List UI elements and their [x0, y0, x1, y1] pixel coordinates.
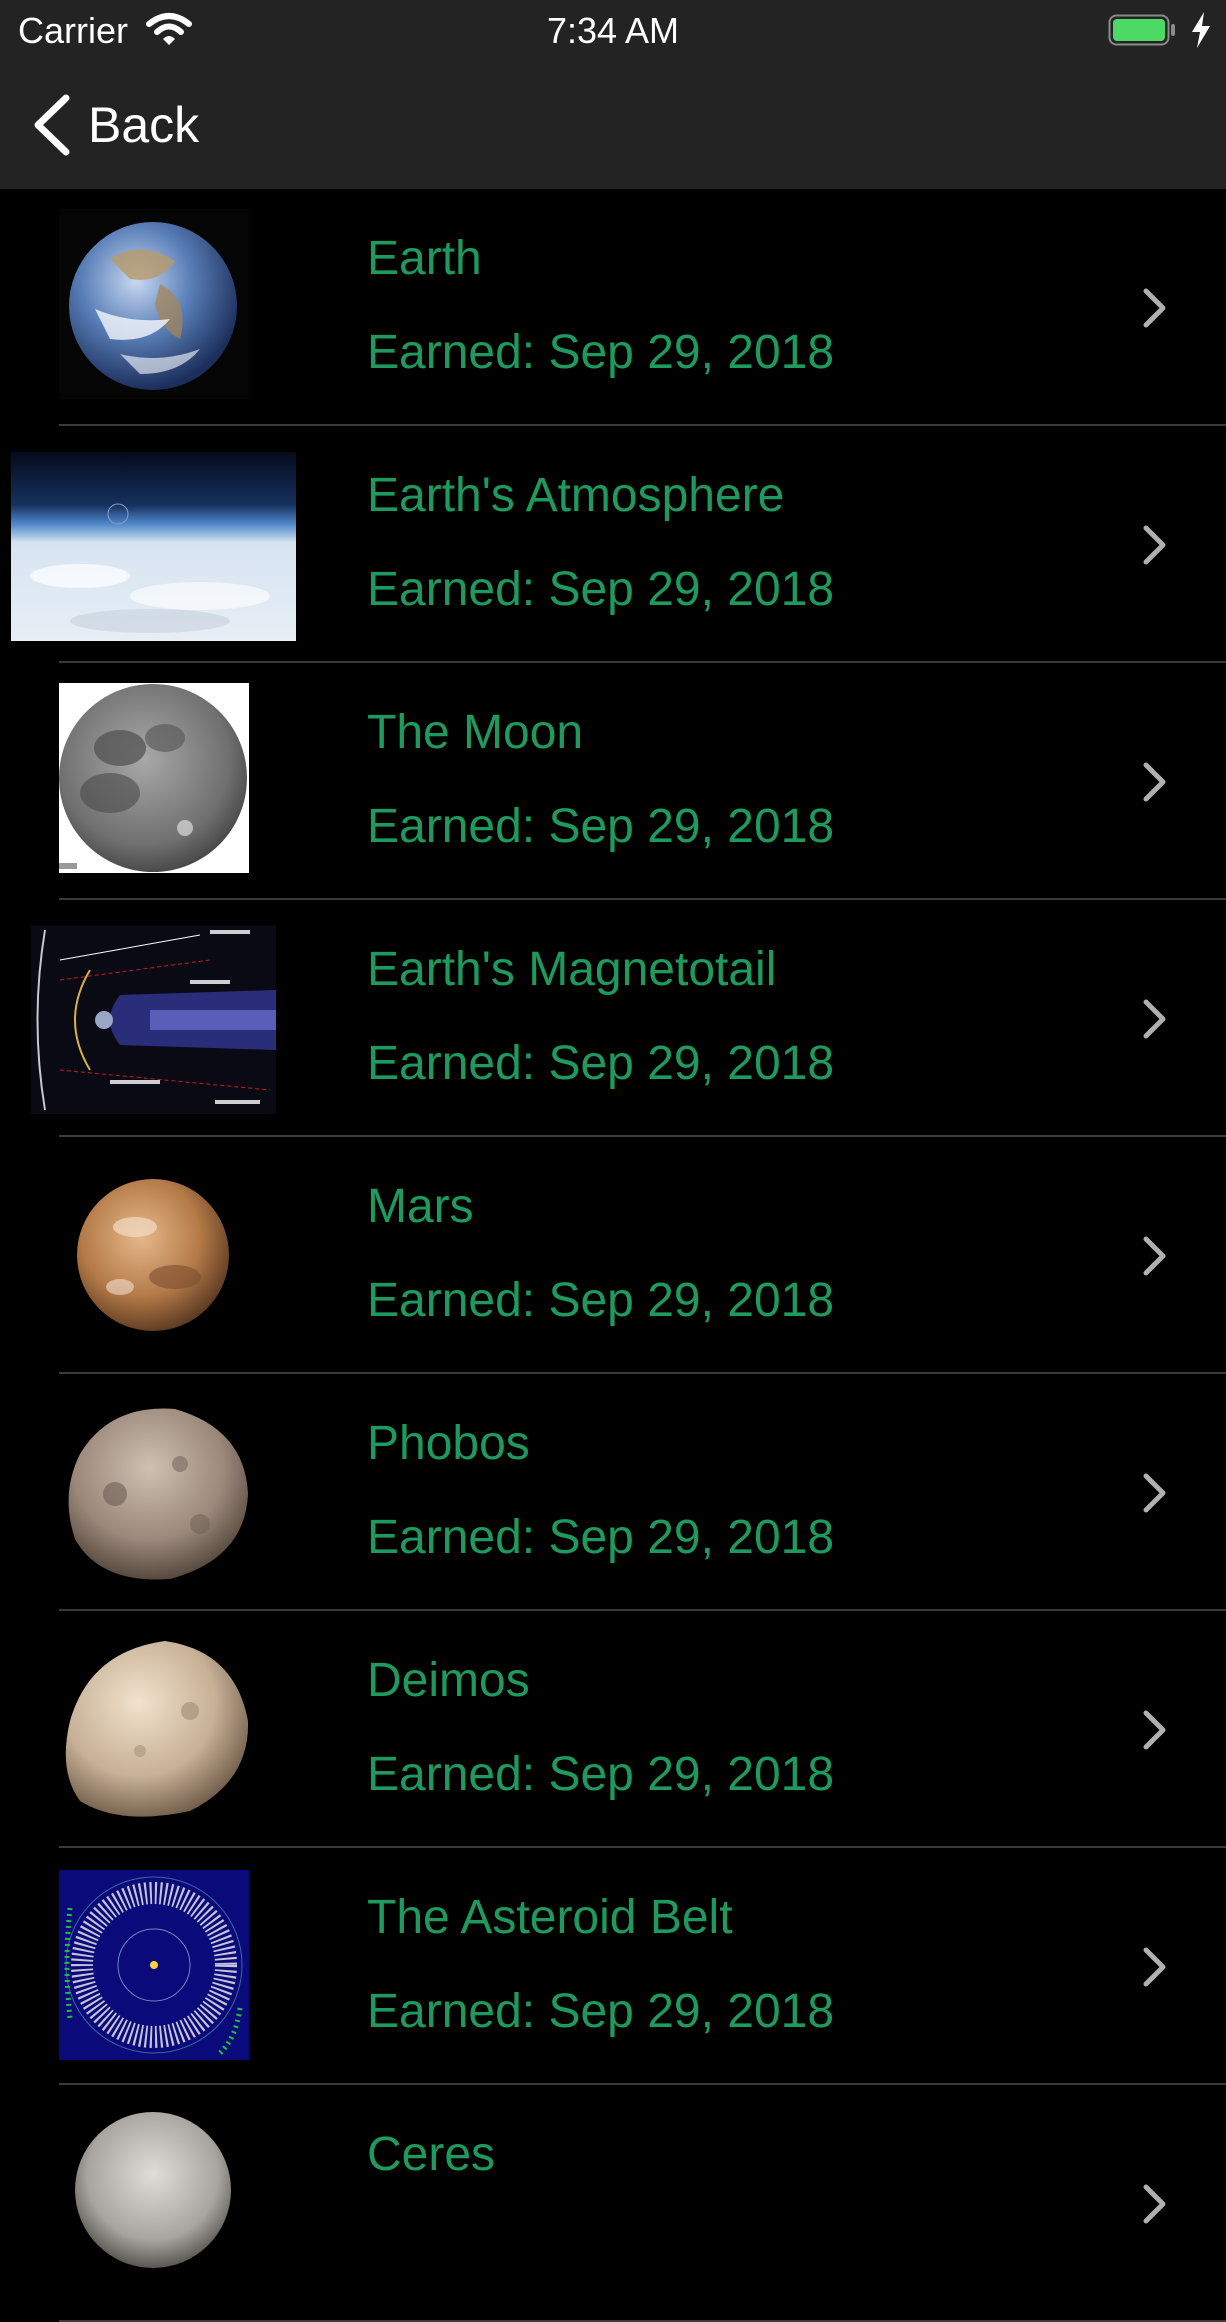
list-item[interactable]: Phobos Earned: Sep 29, 2018 [0, 1374, 1226, 1611]
item-title: Ceres [367, 2128, 496, 2181]
chevron-right-icon [1143, 1236, 1166, 1276]
item-title: The Asteroid Belt [367, 1891, 733, 1944]
chevron-right-icon [1143, 1947, 1166, 1987]
chevron-right-icon [1143, 999, 1166, 1039]
moon-image [59, 683, 249, 873]
item-title: The Moon [367, 706, 584, 759]
clock: 7:34 AM [546, 10, 680, 51]
item-title: Phobos [367, 1417, 530, 1470]
deimos-image [65, 1641, 249, 1817]
item-title: Mars [367, 1180, 474, 1233]
list-item[interactable]: Mars Earned: Sep 29, 2018 [0, 1137, 1226, 1374]
charging-bolt-icon [1192, 12, 1210, 48]
status-bar: Carrier 7:34 AM [0, 0, 1226, 62]
chevron-left-icon [34, 94, 70, 156]
magnetotail-diagram-image [31, 925, 276, 1114]
chevron-right-icon [1143, 1473, 1166, 1513]
phobos-image [68, 1408, 248, 1580]
item-earned-date: Earned: Sep 29, 2018 [367, 1511, 835, 1564]
item-title: Earth's Atmosphere [367, 469, 785, 522]
item-earned-date: Earned: Sep 29, 2018 [367, 800, 835, 853]
item-earned-date: Earned: Sep 29, 2018 [367, 1037, 835, 1090]
list-item[interactable]: Earth's Atmosphere Earned: Sep 29, 2018 [0, 426, 1226, 663]
earth-globe-image [59, 209, 249, 399]
atmosphere-horizon-image [11, 452, 296, 641]
item-earned-date: Earned: Sep 29, 2018 [367, 1748, 835, 1801]
item-earned-date: Earned: Sep 29, 2018 [367, 326, 835, 379]
list-item[interactable]: Earth Earned: Sep 29, 2018 [0, 189, 1226, 426]
chevron-right-icon [1143, 2184, 1166, 2224]
chevron-right-icon [1143, 762, 1166, 802]
back-button[interactable]: Back [30, 92, 230, 158]
back-label: Back [88, 97, 200, 153]
mars-image [77, 1179, 229, 1331]
list-item[interactable]: Ceres [0, 2085, 1226, 2322]
item-title: Earth's Magnetotail [367, 943, 777, 996]
ceres-image [75, 2112, 231, 2268]
item-earned-date: Earned: Sep 29, 2018 [367, 1985, 835, 2038]
list-item[interactable]: The Moon Earned: Sep 29, 2018 [0, 663, 1226, 900]
asteroid-belt-image [59, 1870, 249, 2060]
item-earned-date: Earned: Sep 29, 2018 [367, 563, 835, 616]
list-item[interactable]: Earth's Magnetotail Earned: Sep 29, 2018 [0, 900, 1226, 1137]
list-item[interactable]: Deimos Earned: Sep 29, 2018 [0, 1611, 1226, 1848]
item-earned-date: Earned: Sep 29, 2018 [367, 1274, 835, 1327]
list-item[interactable]: The Asteroid Belt Earned: Sep 29, 2018 [0, 1848, 1226, 2085]
navigation-bar: Back [0, 62, 1226, 189]
item-title: Earth [367, 232, 482, 285]
chevron-right-icon [1143, 525, 1166, 565]
achievements-list: Earth Earned: Sep 29, 2018 Earth's Atmos… [0, 189, 1226, 2322]
chevron-right-icon [1143, 1710, 1166, 1750]
chevron-right-icon [1143, 288, 1166, 328]
item-title: Deimos [367, 1654, 530, 1707]
battery-icon [1108, 14, 1175, 46]
